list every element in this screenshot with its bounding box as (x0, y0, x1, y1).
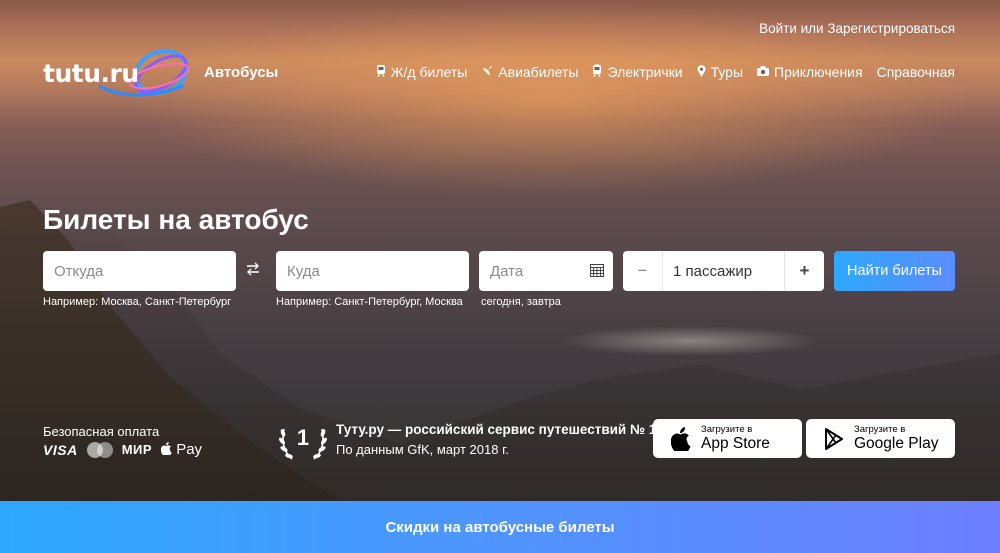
app-store-label: App Store (701, 434, 770, 452)
train-icon (376, 64, 386, 80)
nav-label: Авиабилеты (498, 64, 579, 80)
google-play-text: Загрузите в Google Play (854, 425, 938, 452)
mir-logo: МИР (121, 442, 153, 457)
payment-logos: VISA МИР Pay (43, 441, 202, 458)
passenger-count: 1 пассажир (673, 262, 753, 280)
camera-icon (757, 65, 770, 79)
mastercard-icon (86, 441, 113, 458)
nav-item-trains[interactable]: Ж/д билеты (376, 64, 468, 80)
nav-item-tours[interactable]: Туры (697, 64, 743, 80)
award-badge: 1 (278, 419, 328, 463)
to-field[interactable] (276, 251, 469, 291)
payment-title: Безопасная оплата (43, 424, 160, 439)
main-nav: Ж/д билеты Авиабилеты Электрички Туры Пр… (376, 63, 955, 80)
nav-item-info[interactable]: Справочная (877, 64, 955, 80)
apple-icon (160, 442, 172, 457)
visa-logo: VISA (43, 441, 78, 458)
page-title: Билеты на автобус (43, 204, 309, 235)
apple-icon (671, 426, 691, 451)
section-title: Автобусы (204, 64, 279, 81)
nav-item-adventures[interactable]: Приключения (757, 64, 863, 80)
google-play-small-label: Загрузите в (854, 424, 906, 436)
calendar-icon[interactable] (590, 264, 604, 277)
award-title: Туту.ру — российский сервис путешествий … (336, 422, 657, 437)
plane-icon (481, 65, 493, 80)
award-number: 1 (296, 425, 310, 450)
swap-icon[interactable] (246, 262, 260, 281)
from-hint: Например: Москва, Санкт-Петербург (43, 296, 232, 308)
to-input[interactable] (287, 251, 469, 291)
app-store-button[interactable]: Загрузите в App Store (653, 419, 802, 458)
from-input[interactable] (54, 251, 236, 291)
google-play-button[interactable]: Загрузите в Google Play (806, 419, 955, 458)
app-store-small-label: Загрузите в (701, 424, 753, 436)
decrease-passengers-button[interactable]: − (623, 251, 663, 291)
nav-item-suburban[interactable]: Электрички (592, 63, 683, 80)
promo-banner[interactable]: Скидки на автобусные билеты (0, 501, 1000, 553)
from-field[interactable] (43, 251, 236, 291)
nav-label: Справочная (876, 64, 955, 80)
nav-label: Туры (710, 64, 744, 80)
award-subtitle: По данным GfK, март 2018 г. (336, 442, 509, 457)
suburban-train-icon (592, 63, 602, 80)
date-hint: сегодня, завтра (481, 296, 561, 308)
apple-pay-logo: Pay (160, 441, 203, 458)
nav-label: Электрички (607, 64, 683, 80)
cloud (560, 326, 820, 356)
to-hint: Например: Санкт-Петербург, Москва (276, 296, 463, 308)
nav-label: Приключения (774, 64, 863, 80)
date-field[interactable] (479, 251, 613, 291)
passenger-stepper: − 1 пассажир + (623, 251, 824, 291)
apple-pay-text: Pay (176, 441, 203, 458)
app-store-text: Загрузите в App Store (701, 425, 770, 452)
logo[interactable]: tutu.ru (43, 42, 193, 104)
google-play-label: Google Play (854, 434, 939, 452)
location-pin-icon (697, 64, 706, 80)
nav-item-avia[interactable]: Авиабилеты (481, 64, 578, 80)
login-register-link[interactable]: Войти или Зарегистрироваться (759, 21, 955, 36)
search-button[interactable]: Найти билеты (834, 251, 955, 291)
logo-text: tutu.ru (43, 59, 139, 88)
google-play-icon (825, 427, 843, 450)
increase-passengers-button[interactable]: + (784, 251, 824, 291)
nav-label: Ж/д билеты (390, 64, 468, 80)
